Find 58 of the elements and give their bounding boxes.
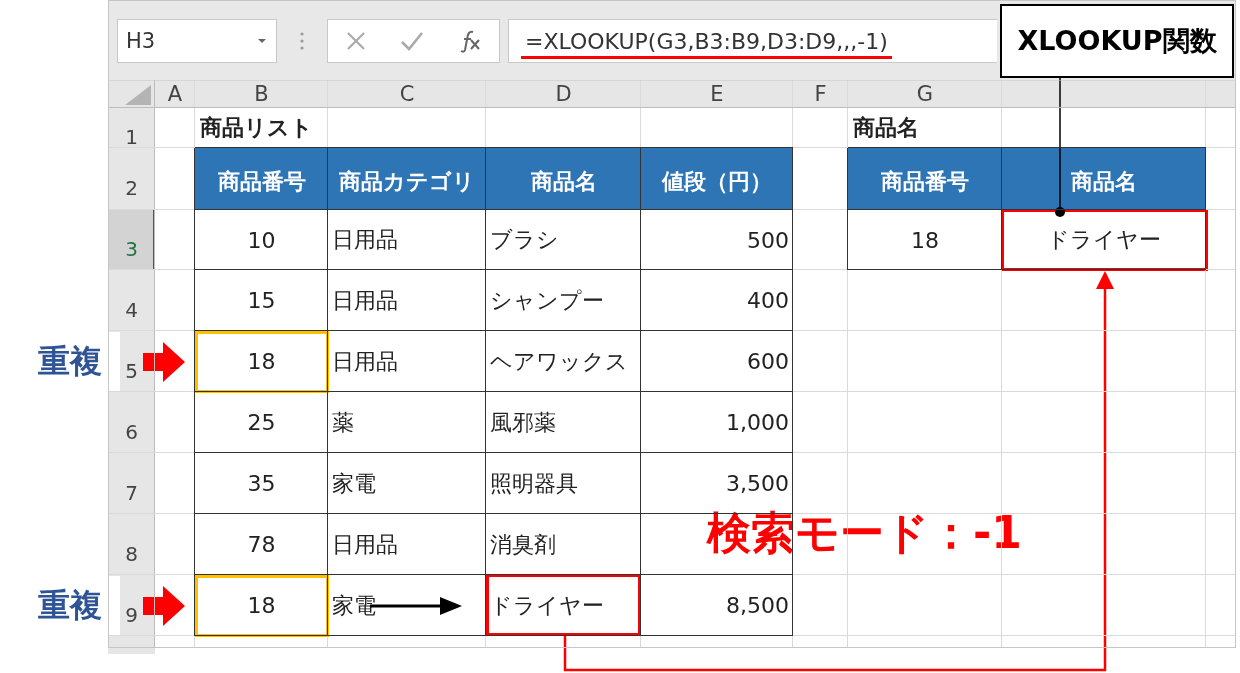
table-cell-text: ヘアワックス xyxy=(490,347,628,376)
row-header[interactable]: 2 xyxy=(108,148,155,210)
right-arrow-icon xyxy=(143,585,185,626)
table-cell: 25 xyxy=(247,410,276,435)
row-header[interactable]: 1 xyxy=(108,108,155,148)
table-cell-text: 日用品 xyxy=(332,347,398,376)
name-box[interactable]: H3 xyxy=(117,18,277,63)
table-cell-text: 消臭剤 xyxy=(490,530,556,559)
table-cell-text: 薬 xyxy=(332,408,354,437)
formula-text: =XLOOKUP(G3,B3:B9,D3:D9,,,-1) xyxy=(521,28,892,59)
table-title: 商品リスト xyxy=(200,114,313,142)
dropdown-icon xyxy=(256,36,268,45)
table-cell: 18 xyxy=(247,593,276,618)
table-header: 値段（円） xyxy=(641,148,793,210)
table-cell: 400 xyxy=(747,288,789,313)
table-cell: 78 xyxy=(247,532,276,557)
table-cell: 15 xyxy=(247,288,276,313)
table-header: 商品番号 xyxy=(195,148,328,210)
row-header[interactable]: 3 xyxy=(108,210,155,270)
table-header: 商品名 xyxy=(1002,148,1206,210)
column-header[interactable]: E xyxy=(641,80,793,108)
table-cell-text: 日用品 xyxy=(332,226,398,254)
formula-field[interactable]: =XLOOKUP(G3,B3:B9,D3:D9,,,-1) xyxy=(508,18,997,63)
cancel-icon[interactable] xyxy=(344,29,367,52)
table-cell-text: 風邪薬 xyxy=(490,408,556,437)
table-title: 商品名 xyxy=(853,114,919,142)
row-header[interactable] xyxy=(108,636,155,654)
function-icon[interactable] xyxy=(458,28,483,53)
table-cell-text: シャンプー xyxy=(490,286,604,315)
table-cell: 600 xyxy=(747,349,789,374)
table-cell-text: 照明器具 xyxy=(490,469,578,498)
table-header: 商品名 xyxy=(486,148,641,210)
table-cell: 10 xyxy=(247,227,276,253)
column-header[interactable]: C xyxy=(328,80,486,108)
table-cell-text: ドライヤー xyxy=(1047,226,1161,254)
table-cell: 3,500 xyxy=(726,471,789,496)
table-header: 商品番号 xyxy=(848,148,1002,210)
right-arrow-icon xyxy=(143,341,185,382)
table-cell: 1,000 xyxy=(726,410,789,435)
table-header: 商品カテゴリ xyxy=(328,148,486,210)
column-header[interactable]: B xyxy=(195,80,328,108)
column-header[interactable]: G xyxy=(848,80,1002,108)
table-cell-text: ブラシ xyxy=(490,226,559,254)
column-header[interactable] xyxy=(1002,80,1206,108)
column-header[interactable] xyxy=(1206,80,1236,108)
column-header[interactable]: A xyxy=(155,80,195,108)
column-header[interactable]: D xyxy=(486,80,641,108)
table-cell: 18 xyxy=(247,349,276,374)
table-cell-text: 日用品 xyxy=(332,530,398,559)
table-cell: 500 xyxy=(747,227,789,253)
table-cell: 18 xyxy=(911,227,939,253)
table-cell-text: 家電 xyxy=(332,469,376,498)
table-cell: 35 xyxy=(247,471,276,496)
table-cell-text: 日用品 xyxy=(332,286,398,315)
callout-box: XLOOKUP関数 xyxy=(1000,4,1234,78)
table-cell: 8,500 xyxy=(726,593,789,618)
table-cell-text: 家電 xyxy=(332,591,376,620)
table-cell-text: ドライヤー xyxy=(490,591,604,620)
